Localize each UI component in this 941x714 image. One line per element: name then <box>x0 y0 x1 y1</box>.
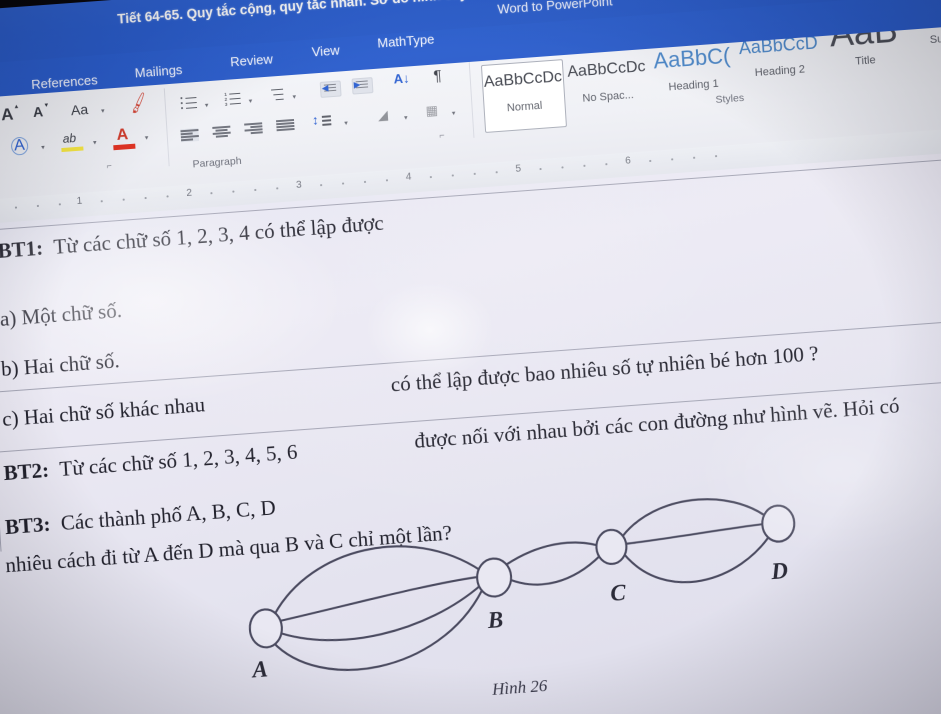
font-color-swatch[interactable] <box>113 143 136 151</box>
ribbon-divider-1 <box>163 88 170 167</box>
change-case-icon[interactable]: Aa <box>70 101 88 118</box>
style-heading-2-label: Heading 2 <box>754 63 806 80</box>
group-label-paragraph: Paragraph <box>192 154 242 171</box>
edge-a-b-4 <box>271 589 483 671</box>
ruler-num-3: 3 <box>295 179 303 191</box>
style-heading-1-label: Heading 1 <box>668 77 720 94</box>
style-normal[interactable]: AaBbCcDc Normal <box>480 59 567 133</box>
node-d <box>761 504 796 543</box>
sort-icon[interactable]: A↓ <box>393 70 410 86</box>
tab-view[interactable]: View <box>311 42 340 59</box>
borders-caret-icon[interactable]: ▾ <box>452 109 456 117</box>
text-effects-icon[interactable]: A <box>10 136 29 156</box>
word-application-window: Tiết 64-65. Quy tắc cộng, quy tắc nhân. … <box>0 0 941 714</box>
shrink-font-arrow-icon: ▾ <box>44 101 49 110</box>
node-a <box>248 608 283 649</box>
style-no-spacing[interactable]: AaBbCcDc No Spac... <box>565 50 651 122</box>
clear-formatting-icon[interactable]: 🖌 <box>126 92 151 115</box>
text-highlight-icon[interactable]: ab <box>62 131 76 146</box>
line-spacing-icon[interactable]: ↕ <box>312 112 319 127</box>
multilevel-list-caret-icon[interactable]: ▾ <box>292 93 296 101</box>
grow-font-icon[interactable]: A <box>1 105 14 125</box>
ruler-num-1: 1 <box>76 195 83 208</box>
shading-caret-icon[interactable]: ▾ <box>404 114 408 122</box>
show-formatting-marks-icon[interactable]: ¶ <box>433 67 442 85</box>
ribbon-divider-2 <box>468 61 475 138</box>
shading-icon[interactable]: ◢ <box>377 107 388 123</box>
text-highlight-swatch[interactable] <box>61 146 84 153</box>
style-heading-1-sample: AaBbC( <box>652 42 732 74</box>
style-subtitle-label: Subtitle <box>929 31 941 47</box>
style-no-spacing-label: No Spac... <box>582 89 635 105</box>
align-right-icon[interactable] <box>244 121 263 135</box>
tab-mailings[interactable]: Mailings <box>134 62 183 80</box>
font-color-caret-icon[interactable]: ▾ <box>145 134 149 142</box>
change-case-caret-icon[interactable]: ▾ <box>101 107 105 115</box>
edge-c-d-3 <box>622 529 774 584</box>
line-spacing-caret-icon[interactable]: ▾ <box>344 119 348 127</box>
figure-caption: Hình 26 <box>491 675 548 699</box>
font-color-icon[interactable]: A <box>116 126 129 144</box>
node-label-a: A <box>251 656 269 683</box>
tab-review[interactable]: Review <box>230 51 273 69</box>
numbering-caret-icon[interactable]: ▾ <box>248 97 253 105</box>
tab-word-to-powerpoint[interactable]: Word to PowerPoint <box>497 0 613 17</box>
graph-diagram <box>248 498 796 671</box>
paragraph-dialog-launcher[interactable]: ⌐ <box>439 130 445 140</box>
text-effects-caret-icon[interactable]: ▾ <box>41 143 45 151</box>
screen-photo: Tiết 64-65. Quy tắc cộng, quy tắc nhân. … <box>0 0 941 714</box>
node-c <box>595 528 628 565</box>
node-b <box>476 557 513 598</box>
ruler-num-5: 5 <box>515 163 522 175</box>
line-spacing-lines-icon <box>321 114 340 128</box>
align-left-icon[interactable] <box>180 127 200 143</box>
node-label-c: C <box>609 579 627 607</box>
edge-b-c-2 <box>506 554 602 586</box>
tab-mathtype[interactable]: MathType <box>377 31 435 50</box>
decrease-indent-icon[interactable]: ◀ <box>319 80 342 98</box>
bullets-icon[interactable] <box>180 96 198 110</box>
edge-b-c-1 <box>505 541 601 566</box>
numbering-icon[interactable]: 1 2 3 <box>224 92 242 107</box>
grow-font-arrow-icon: ▴ <box>14 103 19 111</box>
font-dialog-launcher[interactable]: ⌐ <box>106 160 112 170</box>
shrink-font-icon[interactable]: A <box>33 103 44 120</box>
multilevel-list-icon[interactable] <box>268 88 286 102</box>
style-normal-sample: AaBbCcDc <box>483 68 563 91</box>
edge-c-d-2 <box>624 522 772 545</box>
group-label-styles: Styles <box>715 91 745 107</box>
node-label-b: B <box>487 607 504 634</box>
text-highlight-caret-icon[interactable]: ▾ <box>93 138 97 146</box>
edge-a-b-1 <box>273 545 482 615</box>
document-page[interactable]: bao nhiêu số tự nhiên gồm: BT1: Từ các c… <box>0 150 941 714</box>
style-subtitle[interactable]: AaBbCcC Subtitle <box>904 25 941 68</box>
figure-hinh-26: A B C D Hình 26 <box>0 150 941 714</box>
edge-c-d-1 <box>621 498 772 538</box>
ruler-num-6: 6 <box>624 155 632 167</box>
justify-icon[interactable] <box>275 118 295 132</box>
style-normal-label: Normal <box>506 99 543 115</box>
increase-indent-icon[interactable]: ▶ <box>351 77 374 95</box>
align-center-icon[interactable] <box>212 125 231 139</box>
ruler-num-4: 4 <box>405 171 412 183</box>
bullets-caret-icon[interactable]: ▾ <box>205 101 209 109</box>
ruler-num-2: 2 <box>186 187 193 200</box>
edge-a-b-2 <box>276 575 483 623</box>
node-label-d: D <box>770 558 789 585</box>
borders-icon[interactable]: ▦ <box>425 102 438 118</box>
style-no-spacing-sample: AaBbCcDc <box>566 58 646 81</box>
